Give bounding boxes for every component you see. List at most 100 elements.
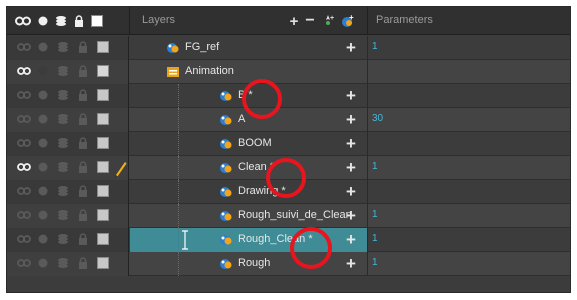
layer-name: Rough_Clean *: [238, 233, 313, 245]
lock-all-icon[interactable]: [73, 15, 85, 27]
animate-mode-icon[interactable]: [17, 113, 31, 125]
visibility-icon[interactable]: [37, 233, 49, 245]
parameter-value[interactable]: 1: [372, 41, 378, 52]
layer-checkbox[interactable]: [97, 65, 109, 77]
layer-cell[interactable]: [130, 108, 367, 132]
lock-icon[interactable]: [77, 41, 89, 53]
visibility-icon[interactable]: [37, 41, 49, 53]
parameter-divider: [367, 204, 368, 228]
add-parameter-button[interactable]: +: [342, 182, 360, 202]
lock-icon[interactable]: [77, 161, 89, 173]
show-hide-all-icon[interactable]: [37, 15, 49, 27]
add-parameter-button[interactable]: +: [342, 230, 360, 250]
plus-icon: +: [346, 38, 356, 57]
layer-checkbox[interactable]: [97, 89, 109, 101]
layer-color-icon[interactable]: [57, 209, 69, 221]
animate-mode-icon[interactable]: [15, 15, 31, 27]
layer-checkbox[interactable]: [97, 209, 109, 221]
layer-color-icon[interactable]: [57, 185, 69, 197]
animate-mode-icon[interactable]: [17, 209, 31, 221]
layer-checkbox[interactable]: [97, 257, 109, 269]
visibility-icon[interactable]: [37, 113, 49, 125]
lock-icon[interactable]: [77, 137, 89, 149]
layer-row[interactable]: BOOM +: [7, 132, 570, 156]
add-parameter-button[interactable]: +: [342, 206, 360, 226]
remove-layer-button[interactable]: −: [301, 11, 319, 31]
layer-checkbox[interactable]: [97, 137, 109, 149]
animate-mode-icon[interactable]: [17, 257, 31, 269]
select-all-checkbox[interactable]: [91, 15, 103, 27]
layer-checkbox[interactable]: [97, 41, 109, 53]
tree-line: [178, 132, 179, 156]
lock-icon[interactable]: [77, 209, 89, 221]
plus-icon: +: [346, 254, 356, 273]
layer-row[interactable]: Rough_Clean * +1: [7, 228, 570, 252]
layer-color-icon[interactable]: [57, 113, 69, 125]
layer-color-icon[interactable]: [57, 89, 69, 101]
animate-mode-icon[interactable]: [17, 89, 31, 101]
plus-icon: +: [346, 134, 356, 153]
layer-color-icon[interactable]: [57, 65, 69, 77]
add-parameter-button[interactable]: +: [342, 134, 360, 154]
layer-color-icon[interactable]: [57, 161, 69, 173]
parameter-divider: [367, 180, 368, 204]
add-parameter-button[interactable]: +: [342, 254, 360, 274]
parameter-divider: [367, 228, 368, 252]
add-parameter-button[interactable]: +: [342, 110, 360, 130]
lock-icon[interactable]: [77, 257, 89, 269]
visibility-icon[interactable]: [37, 257, 49, 269]
layer-color-icon[interactable]: [57, 233, 69, 245]
lock-icon[interactable]: [77, 89, 89, 101]
add-drawing-layer-button[interactable]: +: [339, 11, 357, 31]
layer-checkbox[interactable]: [97, 161, 109, 173]
visibility-icon[interactable]: [37, 137, 49, 149]
animate-mode-icon[interactable]: [17, 161, 31, 173]
layer-color-icon[interactable]: [57, 137, 69, 149]
layer-checkbox[interactable]: [97, 185, 109, 197]
add-parameter-button[interactable]: +: [342, 38, 360, 58]
layer-checkbox[interactable]: [97, 113, 109, 125]
parameter-divider: [367, 252, 368, 276]
visibility-icon[interactable]: [37, 209, 49, 221]
lock-icon[interactable]: [77, 185, 89, 197]
layer-color-icon[interactable]: [57, 41, 69, 53]
animate-mode-icon[interactable]: [17, 65, 31, 77]
parameter-value[interactable]: 1: [372, 161, 378, 172]
animate-mode-icon[interactable]: [17, 185, 31, 197]
lock-icon[interactable]: [77, 65, 89, 77]
parameter-value[interactable]: 30: [372, 113, 383, 124]
visibility-icon[interactable]: [37, 65, 49, 77]
add-peg-button[interactable]: +: [319, 11, 337, 31]
add-parameter-button[interactable]: +: [342, 86, 360, 106]
timeline-header: Layers + − + + Parameters: [7, 7, 570, 35]
lock-icon[interactable]: [77, 233, 89, 245]
layer-name: Rough_suivi_de_Clean: [238, 209, 352, 221]
animate-mode-icon[interactable]: [17, 233, 31, 245]
visibility-icon[interactable]: [37, 161, 49, 173]
layer-color-icon[interactable]: [57, 257, 69, 269]
drawing-layer-icon: [219, 161, 233, 175]
layer-row[interactable]: FG_ref +1: [7, 36, 570, 60]
layer-row[interactable]: Clean * +1: [7, 156, 570, 180]
layer-checkbox[interactable]: [97, 233, 109, 245]
layer-row[interactable]: Rough_suivi_de_Clean +1: [7, 204, 570, 228]
layer-row[interactable]: A +30: [7, 108, 570, 132]
layer-controls: [7, 180, 129, 204]
visibility-icon[interactable]: [37, 89, 49, 101]
visibility-icon[interactable]: [37, 185, 49, 197]
layer-row[interactable]: Animation: [7, 60, 570, 84]
layer-row[interactable]: B * +: [7, 84, 570, 108]
layer-color-icon[interactable]: [55, 15, 67, 27]
layer-row[interactable]: Rough +1: [7, 252, 570, 276]
add-parameter-button[interactable]: +: [342, 158, 360, 178]
layer-row[interactable]: Drawing * +: [7, 180, 570, 204]
layer-column-toggles: [15, 14, 125, 28]
parameter-value[interactable]: 1: [372, 233, 378, 244]
layer-name: Animation: [185, 65, 234, 77]
lock-icon[interactable]: [77, 113, 89, 125]
parameter-value[interactable]: 1: [372, 209, 378, 220]
animate-mode-icon[interactable]: [17, 41, 31, 53]
animate-mode-icon[interactable]: [17, 137, 31, 149]
parameter-value[interactable]: 1: [372, 257, 378, 268]
parameters-header-label: Parameters: [376, 14, 433, 26]
